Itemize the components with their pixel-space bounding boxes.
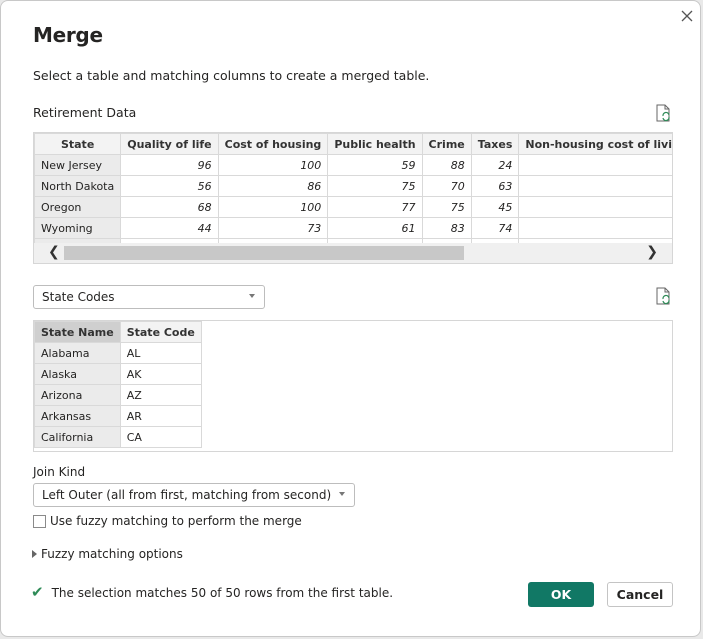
table-cell: AL bbox=[119, 342, 202, 364]
first-table-preview: State Quality of life Cost of housing Publi… bbox=[33, 132, 673, 264]
table-cell: New Jersey bbox=[34, 154, 122, 176]
refresh-preview-icon[interactable] bbox=[656, 287, 672, 305]
table-row: North Dakota568675706380 bbox=[34, 175, 672, 197]
table-cell: 68 bbox=[518, 154, 672, 176]
table-cell: 77 bbox=[327, 196, 423, 218]
table-row: Alabama AL bbox=[34, 342, 202, 364]
horizontal-scrollbar[interactable]: ❮ ❯ bbox=[34, 243, 672, 263]
table-cell: 68 bbox=[120, 196, 219, 218]
scroll-right-icon[interactable]: ❯ bbox=[646, 244, 658, 260]
table-cell: 44 bbox=[120, 217, 219, 239]
column-header[interactable]: State bbox=[34, 133, 122, 155]
table-cell: 96 bbox=[120, 154, 219, 176]
table-cell: 88 bbox=[421, 154, 472, 176]
dialog-subtitle: Select a table and matching columns to c… bbox=[33, 68, 430, 83]
chevron-down-icon bbox=[339, 492, 345, 496]
cancel-button[interactable]: Cancel bbox=[607, 582, 673, 607]
column-header[interactable]: Public health bbox=[327, 133, 423, 155]
table-cell: 24 bbox=[470, 154, 520, 176]
table-cell: 63 bbox=[470, 175, 520, 197]
table-cell: California bbox=[34, 426, 121, 448]
table-cell: 83 bbox=[421, 217, 472, 239]
table-cell: 61 bbox=[327, 217, 423, 239]
table-cell: 75 bbox=[421, 196, 472, 218]
table-row: Oregon6810077754562 bbox=[34, 196, 672, 218]
table-cell: 62 bbox=[518, 196, 672, 218]
join-kind-label: Join Kind bbox=[33, 465, 86, 479]
table-cell: 70 bbox=[421, 175, 472, 197]
table-cell: 100 bbox=[217, 154, 329, 176]
table-cell: 45 bbox=[470, 196, 520, 218]
table-cell: Wyoming bbox=[34, 217, 122, 239]
column-header[interactable]: Cost of housing bbox=[217, 133, 329, 155]
table-cell: 73 bbox=[217, 217, 329, 239]
table-row: New Jersey9610059882468 bbox=[34, 154, 672, 176]
merge-dialog: Merge Select a table and matching column… bbox=[0, 0, 701, 637]
expand-triangle-icon bbox=[32, 550, 37, 558]
table-row: Wyoming447361837489 bbox=[34, 217, 672, 239]
refresh-preview-icon[interactable] bbox=[656, 104, 672, 122]
table-cell: 100 bbox=[217, 196, 329, 218]
table-cell: 75 bbox=[327, 175, 423, 197]
join-kind-select[interactable]: Left Outer (all from first, matching fro… bbox=[33, 483, 355, 507]
table-cell: Alaska bbox=[34, 363, 121, 385]
table-cell: 74 bbox=[470, 217, 520, 239]
fuzzy-matching-checkbox[interactable] bbox=[33, 515, 46, 528]
second-table-preview: State Name State Code Alabama AL Alaska AK Ar… bbox=[33, 320, 673, 452]
table-cell: Arizona bbox=[34, 384, 121, 406]
table-cell: AK bbox=[119, 363, 202, 385]
column-header[interactable]: Quality of life bbox=[120, 133, 219, 155]
table-cell: CA bbox=[119, 426, 202, 448]
table-cell: AR bbox=[119, 405, 202, 427]
table-cell: 56 bbox=[120, 175, 219, 197]
second-table-select-value: State Codes bbox=[42, 290, 115, 304]
scrollbar-thumb[interactable] bbox=[64, 246, 464, 260]
table-cell: AZ bbox=[119, 384, 202, 406]
dialog-title: Merge bbox=[33, 23, 103, 47]
ok-button[interactable]: OK bbox=[528, 582, 594, 607]
column-header[interactable]: State Code bbox=[119, 321, 202, 343]
table-row: Alaska AK bbox=[34, 363, 202, 385]
column-header[interactable]: Crime bbox=[421, 133, 472, 155]
first-table-label: Retirement Data bbox=[33, 105, 137, 120]
table-cell: 86 bbox=[217, 175, 329, 197]
fuzzy-options-label: Fuzzy matching options bbox=[41, 547, 183, 561]
column-header[interactable]: State Name bbox=[34, 321, 121, 343]
join-kind-value: Left Outer (all from first, matching fro… bbox=[42, 488, 332, 502]
table-cell: Oregon bbox=[34, 196, 122, 218]
match-status: ✔ The selection matches 50 of 50 rows fro… bbox=[31, 583, 393, 601]
table-cell: Arkansas bbox=[34, 405, 121, 427]
column-header[interactable]: Non-housing cost of living bbox=[518, 133, 672, 155]
table-cell: 59 bbox=[327, 154, 423, 176]
table-cell: Alabama bbox=[34, 342, 121, 364]
chevron-down-icon bbox=[249, 294, 255, 298]
fuzzy-matching-label[interactable]: Use fuzzy matching to perform the merge bbox=[50, 514, 302, 528]
fuzzy-options-expander[interactable]: Fuzzy matching options bbox=[32, 547, 183, 561]
second-table-select[interactable]: State Codes bbox=[33, 285, 265, 309]
column-header[interactable]: Taxes bbox=[470, 133, 520, 155]
table-row: Arkansas AR bbox=[34, 405, 202, 427]
table-cell: 80 bbox=[518, 175, 672, 197]
match-status-text: The selection matches 50 of 50 rows from… bbox=[51, 586, 394, 600]
checkmark-icon: ✔ bbox=[31, 583, 44, 601]
scroll-left-icon[interactable]: ❮ bbox=[48, 244, 60, 260]
table-row: California CA bbox=[34, 426, 202, 448]
table-cell: 89 bbox=[518, 217, 672, 239]
close-icon[interactable] bbox=[678, 7, 696, 25]
table-row: Arizona AZ bbox=[34, 384, 202, 406]
table-cell: North Dakota bbox=[34, 175, 122, 197]
